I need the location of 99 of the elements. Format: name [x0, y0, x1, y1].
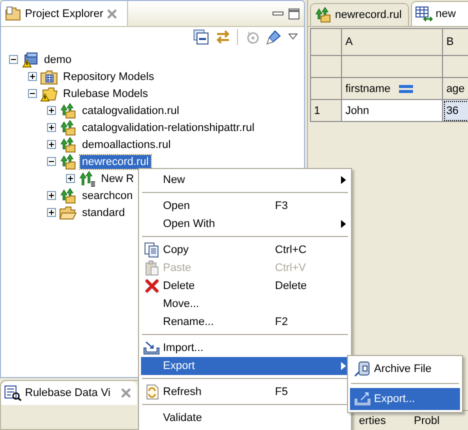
folder-icon [40, 68, 58, 84]
menu-item[interactable]: Move... [141, 295, 349, 313]
menu-item[interactable]: Validate [141, 409, 349, 427]
menu-shortcut: F5 [275, 386, 289, 398]
tree-toggle[interactable] [9, 55, 18, 64]
tree-toggle[interactable] [47, 191, 56, 200]
tree-item[interactable]: standard [80, 206, 127, 220]
menu-item[interactable]: Refresh F5 [141, 383, 349, 401]
tree-item[interactable]: newrecord.rul [80, 154, 151, 168]
tree-toggle[interactable] [66, 174, 75, 183]
menu-label: Export [163, 360, 196, 372]
menu-label: Import... [163, 342, 204, 354]
tree-item[interactable]: New R [99, 172, 136, 186]
explorer-tab[interactable]: Project Explorer [1, 1, 128, 26]
field-name: firstname [345, 82, 391, 94]
menu-label: Move... [163, 298, 200, 310]
menu-item[interactable]: Copy Ctrl+C [141, 241, 349, 259]
table-cell[interactable]: 36 [442, 100, 468, 122]
menu-label: Delete [163, 280, 196, 292]
tree-toggle[interactable] [28, 89, 37, 98]
tree-item[interactable]: catalogvalidation-relationshipattr.rul [80, 120, 256, 134]
tree-toggle[interactable] [47, 123, 56, 132]
maximize-icon[interactable] [288, 8, 300, 20]
menu-item[interactable]: Open With [141, 215, 349, 233]
equals-icon [398, 84, 413, 92]
menu-shortcut: F3 [275, 200, 289, 212]
submenu-arrow-icon [340, 176, 346, 184]
tab-label: Rulebase Data Vi [25, 387, 110, 399]
collapse-all-icon[interactable] [193, 29, 209, 45]
menu-shortcut: Delete [275, 280, 308, 292]
menu-item[interactable]: New [141, 171, 349, 189]
tree-toggle[interactable] [28, 72, 37, 81]
menu-item[interactable]: Export... [350, 388, 460, 410]
rules-file-icon [59, 120, 77, 136]
tree-item[interactable]: Repository Models [61, 70, 156, 84]
menu-label: Open [163, 200, 191, 212]
row-number: 1 [310, 100, 342, 122]
link-editor-icon[interactable] [215, 29, 231, 45]
tree-item[interactable]: searchcon [80, 188, 135, 202]
menu-shortcut: Ctrl+V [275, 262, 307, 274]
column-header[interactable]: B [442, 28, 468, 56]
menu-item[interactable]: Export [141, 357, 349, 375]
menu-item[interactable]: Archive File [350, 358, 460, 380]
field-header[interactable]: age [442, 78, 468, 100]
tree-item[interactable]: catalogvalidation.rul [80, 104, 182, 118]
record-icon [78, 170, 96, 186]
menu-label: Copy [163, 244, 190, 256]
delete-icon [144, 278, 160, 294]
open-folder-icon [59, 204, 77, 220]
menu-label: Refresh [163, 386, 203, 398]
rules-file-icon [314, 7, 332, 23]
rules-file-icon [59, 136, 77, 152]
menu-label: Rename... [163, 316, 215, 328]
menu-item[interactable]: Delete Delete [141, 277, 349, 295]
refresh-icon [144, 384, 160, 400]
menu-label: New [163, 174, 186, 186]
tree-toggle[interactable] [47, 106, 56, 115]
open-folder-icon [40, 86, 58, 102]
close-icon[interactable] [121, 388, 131, 398]
folder-icon [5, 6, 21, 22]
menu-item[interactable]: Import... [141, 339, 349, 357]
paste-icon [144, 260, 160, 276]
tree-toggle[interactable] [47, 140, 56, 149]
view-menu-icon[interactable] [288, 33, 298, 41]
submenu-arrow-icon [340, 220, 346, 228]
import-icon [143, 340, 161, 356]
export-icon [354, 391, 372, 407]
menu-label: Archive File [374, 363, 432, 375]
menu-label: Validate [163, 412, 203, 424]
close-icon[interactable] [107, 8, 118, 18]
menu-shortcut: Ctrl+C [275, 244, 308, 256]
tree-item[interactable]: demoallactions.rul [80, 138, 173, 152]
tree-item[interactable]: demo [42, 52, 74, 66]
menu-item[interactable]: Rename... F2 [141, 313, 349, 331]
editor-tab[interactable]: newrecord.rul [310, 3, 409, 26]
menu-shortcut: F2 [275, 316, 289, 328]
menu-item[interactable]: Open F3 [141, 197, 349, 215]
rules-file-icon [59, 154, 77, 170]
copy-icon [144, 242, 160, 258]
view-tab[interactable]: Probl [412, 415, 442, 430]
tree-item[interactable]: Rulebase Models [61, 86, 150, 100]
explorer-title: Project Explorer [25, 8, 104, 20]
table-icon [414, 6, 433, 22]
archive-icon [354, 360, 372, 378]
rules-file-icon [59, 188, 77, 204]
menu-label: Open With [163, 218, 216, 230]
rules-file-icon [59, 102, 77, 118]
menu-label: Paste [163, 262, 192, 274]
tree-toggle[interactable] [47, 208, 56, 217]
project-icon [21, 52, 39, 68]
editor-tab[interactable]: new [410, 1, 468, 26]
data-view-tab[interactable]: Rulebase Data Vi [1, 381, 137, 405]
menu-label: Export... [374, 393, 416, 405]
tree-toggle[interactable] [47, 157, 56, 166]
data-view-icon [4, 385, 22, 401]
view-tab[interactable]: erties [357, 415, 388, 430]
column-header[interactable]: A [342, 28, 443, 56]
field-header[interactable]: firstname [342, 78, 443, 100]
table-cell[interactable]: John [342, 100, 443, 122]
